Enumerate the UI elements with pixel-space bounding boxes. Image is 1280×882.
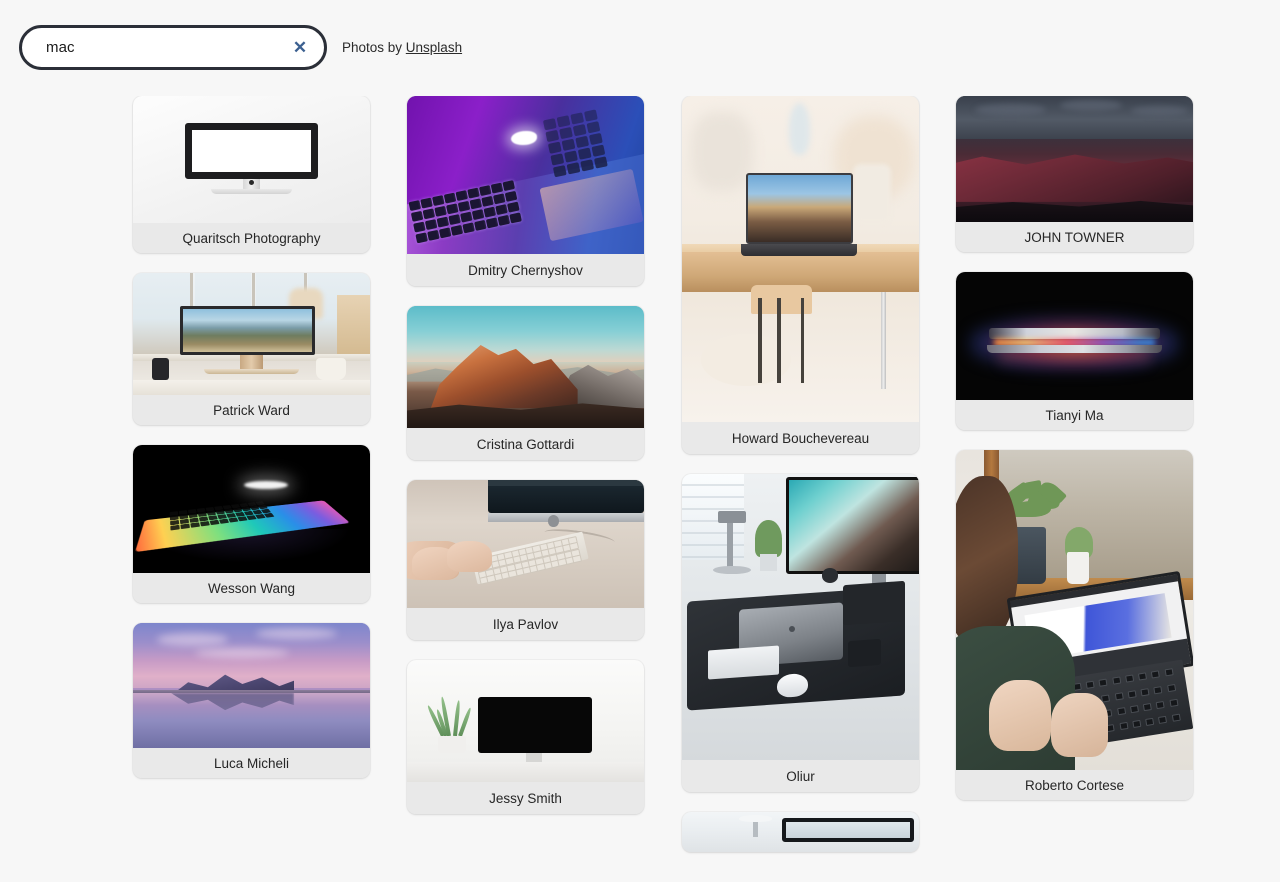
search-box[interactable]: ✕ [19,25,327,70]
photo-thumbnail[interactable] [133,623,370,748]
photo-thumbnail[interactable] [133,445,370,573]
photo-author-label: Quaritsch Photography [133,223,370,253]
photo-card[interactable]: Patrick Ward [133,273,370,425]
photo-thumbnail[interactable] [682,96,919,422]
photo-card[interactable]: Tianyi Ma [956,272,1193,430]
photo-author-label: JOHN TOWNER [956,222,1193,252]
photo-card[interactable] [682,812,919,852]
unsplash-link[interactable]: Unsplash [406,40,462,55]
photo-thumbnail[interactable] [956,96,1193,222]
photo-column-0: Quaritsch Photography Patrick Ward Wesson … [133,96,370,798]
photo-author-label: Cristina Gottardi [407,428,644,460]
search-input[interactable] [22,39,283,56]
photo-column-1: Dmitry Chernyshov Cristina Gottardi Ilya P… [407,96,644,834]
photo-card[interactable]: Jessy Smith [407,660,644,814]
photo-image [956,96,1193,222]
photo-image [407,96,644,254]
photo-image [956,450,1193,770]
photo-card[interactable]: Quaritsch Photography [133,96,370,253]
photo-author-label: Luca Micheli [133,748,370,778]
photo-card[interactable]: Luca Micheli [133,623,370,778]
photo-image [682,812,919,852]
photo-card[interactable]: Ilya Pavlov [407,480,644,640]
photo-card[interactable]: Roberto Cortese [956,450,1193,800]
photo-image [407,660,644,782]
photo-author-label: Patrick Ward [133,395,370,425]
top-bar: ✕ Photos by Unsplash [0,0,1280,96]
photo-author-label: Ilya Pavlov [407,608,644,640]
photo-author-label: Howard Bouchevereau [682,422,919,454]
photo-thumbnail[interactable] [682,812,919,852]
photo-thumbnail[interactable] [407,480,644,608]
photo-image [682,96,919,422]
photo-author-label: Oliur [682,760,919,792]
photo-author-label: Wesson Wang [133,573,370,603]
photo-thumbnail[interactable] [956,450,1193,770]
photo-credit: Photos by Unsplash [342,40,462,55]
photo-image [682,474,919,760]
photo-thumbnail[interactable] [956,272,1193,400]
photo-thumbnail[interactable] [133,273,370,395]
photo-author-label: Tianyi Ma [956,400,1193,430]
photo-image [133,273,370,395]
photo-card[interactable]: Oliur [682,474,919,792]
photo-author-label: Jessy Smith [407,782,644,814]
photo-card[interactable]: Cristina Gottardi [407,306,644,460]
photo-thumbnail[interactable] [682,474,919,760]
photo-thumbnail[interactable] [407,96,644,254]
photo-thumbnail[interactable] [407,306,644,428]
photo-author-label: Roberto Cortese [956,770,1193,800]
photo-image [133,96,370,223]
photo-author-label: Dmitry Chernyshov [407,254,644,286]
clear-search-icon[interactable]: ✕ [283,31,317,65]
photo-thumbnail[interactable] [133,96,370,223]
photo-column-2: Howard Bouchevereau Oliur [682,96,919,872]
photo-image [407,306,644,428]
credit-prefix: Photos by [342,40,406,55]
photo-column-3: JOHN TOWNER Tianyi Ma Roberto Cortese [956,96,1193,820]
photo-card[interactable]: Dmitry Chernyshov [407,96,644,286]
photo-card[interactable]: Wesson Wang [133,445,370,603]
photo-image [407,480,644,608]
photo-image [956,272,1193,400]
photo-card[interactable]: JOHN TOWNER [956,96,1193,252]
photo-image [133,623,370,748]
photo-thumbnail[interactable] [407,660,644,782]
photo-results-grid[interactable]: Quaritsch Photography Patrick Ward Wesson … [0,96,1280,882]
photo-image [133,445,370,573]
photo-card[interactable]: Howard Bouchevereau [682,96,919,454]
